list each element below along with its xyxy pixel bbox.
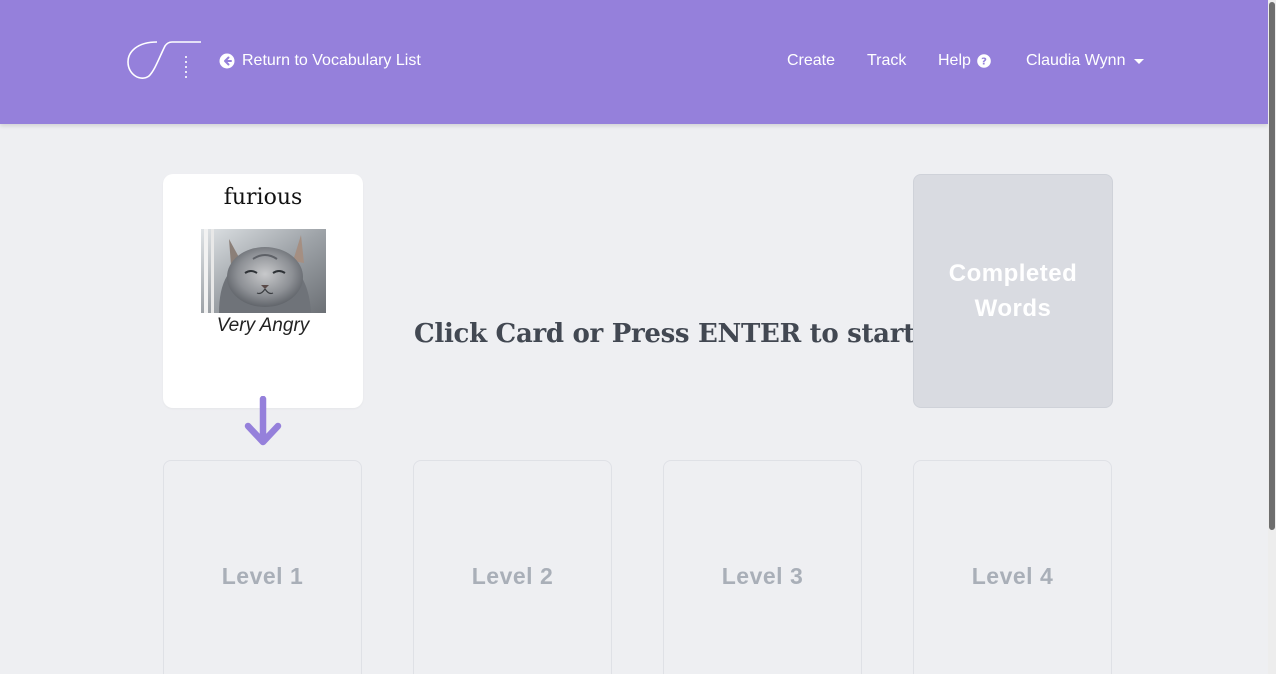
card-word: furious bbox=[223, 185, 303, 210]
flashcard-page: Return to Vocabulary List Create Track H… bbox=[0, 0, 1276, 674]
level-label: Level 4 bbox=[971, 563, 1054, 589]
level-4-pile: Level 4 bbox=[913, 460, 1112, 674]
arrow-circle-left-icon bbox=[219, 53, 235, 69]
start-prompt: Click Card or Press ENTER to start! bbox=[414, 319, 926, 349]
cat-photo bbox=[201, 229, 326, 313]
level-3-pile: Level 3 bbox=[663, 460, 862, 674]
completed-words-pile: Completed Words bbox=[913, 174, 1113, 408]
nav-help-link[interactable]: Help ? bbox=[938, 50, 991, 72]
level-label: Level 1 bbox=[221, 563, 304, 589]
scrollbar-thumb[interactable] bbox=[1269, 2, 1275, 530]
top-navbar: Return to Vocabulary List Create Track H… bbox=[0, 0, 1268, 124]
level-1-pile: Level 1 bbox=[163, 460, 362, 674]
card-image-cat bbox=[201, 229, 326, 313]
level-label: Level 3 bbox=[721, 563, 804, 589]
card-definition: Very Angry bbox=[216, 315, 310, 336]
vocabulary-card[interactable]: furious Very Angry bbox=[163, 174, 363, 408]
svg-text:?: ? bbox=[981, 57, 987, 68]
user-name: Claudia Wynn bbox=[1026, 52, 1126, 69]
nav-track-link[interactable]: Track bbox=[867, 50, 906, 72]
nav-create-link[interactable]: Create bbox=[787, 50, 835, 72]
nav-help-label: Help bbox=[938, 52, 971, 69]
completed-label-line1: Completed bbox=[948, 260, 1078, 287]
user-menu-dropdown[interactable]: Claudia Wynn bbox=[1026, 50, 1145, 72]
level-2-pile: Level 2 bbox=[413, 460, 612, 674]
question-circle-icon: ? bbox=[977, 54, 991, 68]
return-link-label: Return to Vocabulary List bbox=[242, 52, 421, 69]
arrow-down-icon bbox=[244, 396, 282, 446]
return-to-vocabulary-link[interactable]: Return to Vocabulary List bbox=[219, 50, 421, 72]
completed-words-label: Completed Words bbox=[933, 256, 1093, 326]
caret-down-icon bbox=[1134, 59, 1145, 64]
level-label: Level 2 bbox=[471, 563, 554, 589]
completed-label-line2: Words bbox=[974, 295, 1052, 322]
app-logo[interactable] bbox=[127, 40, 203, 82]
